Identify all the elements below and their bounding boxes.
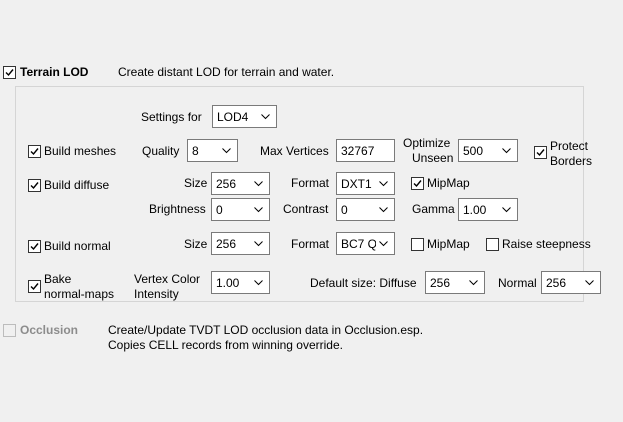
normal-format-label: Format bbox=[291, 237, 330, 251]
chevron-down-icon bbox=[254, 181, 263, 187]
settings-for-select[interactable]: LOD4 bbox=[212, 105, 277, 128]
chevron-down-icon bbox=[585, 280, 594, 286]
build-meshes-checkbox[interactable] bbox=[28, 145, 41, 158]
quality-label: Quality bbox=[142, 144, 180, 158]
max-vertices-input[interactable]: 32767 bbox=[336, 139, 395, 162]
quality-select[interactable]: 8 bbox=[187, 139, 238, 162]
normal-size-select[interactable]: 256 bbox=[211, 232, 270, 255]
occlusion-checkbox[interactable] bbox=[3, 324, 16, 337]
diffuse-format-label: Format bbox=[291, 176, 330, 190]
diffuse-mipmap-label: MipMap bbox=[427, 176, 470, 190]
chevron-down-icon bbox=[379, 181, 388, 187]
diffuse-size-select[interactable]: 256 bbox=[211, 172, 270, 195]
occlusion-label: Occlusion bbox=[20, 323, 79, 337]
bake-label-1: Bake bbox=[44, 272, 72, 286]
terrain-lod-label: Terrain LOD bbox=[20, 65, 89, 79]
gamma-label: Gamma bbox=[412, 202, 455, 216]
chevron-down-icon bbox=[502, 207, 511, 213]
normal-size-label: Size bbox=[184, 237, 208, 251]
chevron-down-icon bbox=[254, 207, 263, 213]
protect-borders-checkbox[interactable] bbox=[534, 146, 547, 159]
optimize-unseen-label-2: Unseen bbox=[412, 151, 454, 165]
protect-borders-label-1: Protect bbox=[550, 139, 589, 153]
occlusion-description-2: Copies CELL records from winning overrid… bbox=[108, 338, 343, 352]
diffuse-format-select[interactable]: DXT1 bbox=[336, 172, 395, 195]
raise-steepness-checkbox[interactable] bbox=[486, 238, 499, 251]
chevron-down-icon bbox=[502, 148, 511, 154]
normal-mipmap-checkbox[interactable] bbox=[411, 238, 424, 251]
bake-normal-maps-checkbox[interactable] bbox=[28, 280, 41, 293]
chevron-down-icon bbox=[379, 241, 388, 247]
vertex-color-label-2: Intensity bbox=[134, 287, 179, 301]
default-size-diffuse-label: Default size: Diffuse bbox=[310, 276, 417, 290]
build-diffuse-checkbox[interactable] bbox=[28, 179, 41, 192]
bake-label-2: normal-maps bbox=[44, 287, 115, 301]
brightness-select[interactable]: 0 bbox=[211, 198, 270, 221]
normal-mipmap-label: MipMap bbox=[427, 237, 470, 251]
chevron-down-icon bbox=[254, 280, 263, 286]
default-normal-size-select[interactable]: 256 bbox=[541, 271, 601, 294]
gamma-select[interactable]: 1.00 bbox=[458, 198, 518, 221]
brightness-label: Brightness bbox=[149, 202, 206, 216]
raise-steepness-label: Raise steepness bbox=[502, 237, 591, 251]
protect-borders-label-2: Borders bbox=[550, 154, 593, 168]
optimize-unseen-label-1: Optimize bbox=[403, 136, 451, 150]
chevron-down-icon bbox=[254, 241, 263, 247]
build-meshes-label: Build meshes bbox=[44, 144, 117, 158]
vertex-color-intensity-select[interactable]: 1.00 bbox=[211, 271, 270, 294]
max-vertices-label: Max Vertices bbox=[260, 144, 329, 158]
contrast-select[interactable]: 0 bbox=[336, 198, 395, 221]
optimize-unseen-select[interactable]: 500 bbox=[458, 139, 518, 162]
contrast-label: Contrast bbox=[283, 202, 329, 216]
settings-for-label: Settings for bbox=[141, 110, 202, 124]
build-normal-label: Build normal bbox=[44, 239, 111, 253]
occlusion-description-1: Create/Update TVDT LOD occlusion data in… bbox=[108, 323, 424, 337]
diffuse-mipmap-checkbox[interactable] bbox=[411, 177, 424, 190]
default-normal-label: Normal bbox=[498, 276, 537, 290]
chevron-down-icon bbox=[261, 114, 270, 120]
terrain-lod-group bbox=[15, 86, 584, 302]
chevron-down-icon bbox=[469, 280, 478, 286]
chevron-down-icon bbox=[379, 207, 388, 213]
vertex-color-label-1: Vertex Color bbox=[134, 272, 201, 286]
diffuse-size-label: Size bbox=[184, 176, 208, 190]
build-diffuse-label: Build diffuse bbox=[44, 178, 110, 192]
normal-format-select[interactable]: BC7 Qu bbox=[336, 232, 395, 255]
default-diffuse-size-select[interactable]: 256 bbox=[425, 271, 485, 294]
build-normal-checkbox[interactable] bbox=[28, 240, 41, 253]
chevron-down-icon bbox=[222, 148, 231, 154]
terrain-lod-checkbox[interactable] bbox=[3, 66, 16, 79]
terrain-lod-description: Create distant LOD for terrain and water… bbox=[118, 65, 335, 79]
